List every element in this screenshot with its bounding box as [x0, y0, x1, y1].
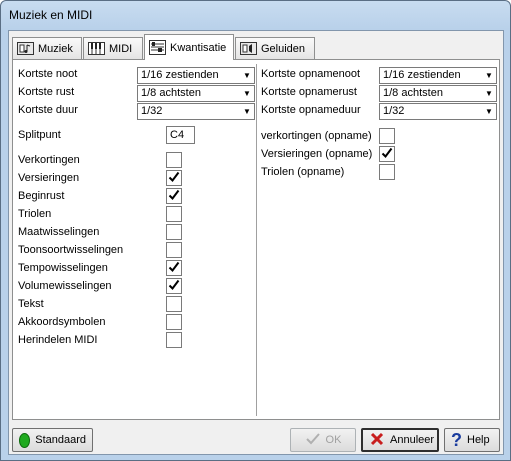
music-note-icon [17, 41, 34, 56]
right-check-label: Versieringen (opname) [261, 148, 373, 160]
left-check-label: Tempowisselingen [18, 262, 108, 274]
tab-midi[interactable]: MIDI [83, 37, 143, 59]
left-check-label: Verkortingen [18, 154, 80, 166]
left-check-label: Volumewisselingen [18, 280, 112, 292]
dialog-window: Muziek en MIDI Muziek MIDI Kwantisatie G… [0, 0, 511, 461]
kortste-opnamerust-label: Kortste opnamerust [261, 86, 357, 98]
standaard-label: Standaard [35, 434, 86, 446]
kortste-duur-select[interactable]: 1/32 ▼ [137, 103, 255, 120]
kortste-duur-value: 1/32 [141, 105, 163, 117]
splitpunt-input[interactable]: C4 [166, 126, 195, 144]
help-question-icon: ? [451, 430, 462, 450]
left-check-label: Toonsoortwisselingen [18, 244, 124, 256]
tab-kwantisatie-label: Kwantisatie [170, 41, 227, 54]
help-label: Help [467, 434, 490, 446]
kortste-opnameduur-select[interactable]: 1/32 ▼ [379, 103, 497, 120]
kortste-opnamerust-value: 1/8 achtsten [383, 87, 443, 99]
chevron-down-icon[interactable]: ▼ [240, 68, 254, 83]
ok-button[interactable]: OK [290, 428, 356, 452]
chevron-down-icon[interactable]: ▼ [482, 104, 496, 119]
kortste-opnamenoot-select[interactable]: 1/16 zestienden ▼ [379, 67, 497, 84]
left-checkbox[interactable] [166, 170, 182, 186]
help-button[interactable]: ? Help [444, 428, 500, 452]
kortste-opnameduur-value: 1/32 [383, 105, 405, 117]
splitpunt-label: Splitpunt [18, 129, 61, 141]
checkmark-icon [305, 432, 321, 449]
kortste-opnamenoot-value: 1/16 zestienden [383, 69, 461, 81]
green-dot-icon [19, 432, 31, 448]
chevron-down-icon[interactable]: ▼ [240, 104, 254, 119]
right-check-label: verkortingen (opname) [261, 130, 372, 142]
left-checkbox[interactable] [166, 152, 182, 168]
left-checkbox[interactable] [166, 206, 182, 222]
piano-keys-icon [88, 41, 105, 56]
left-check-label: Maatwisselingen [18, 226, 100, 238]
tab-kwantisatie[interactable]: Kwantisatie [144, 34, 234, 60]
left-check-label: Beginrust [18, 190, 65, 202]
annuleer-button[interactable]: Annuleer [361, 428, 439, 452]
left-check-label: Versieringen [18, 172, 80, 184]
chevron-down-icon[interactable]: ▼ [482, 86, 496, 101]
window-title: Muziek en MIDI [9, 8, 93, 22]
kortste-noot-select[interactable]: 1/16 zestienden ▼ [137, 67, 255, 84]
tab-midi-label: MIDI [109, 42, 133, 55]
ok-label: OK [325, 434, 342, 446]
annuleer-label: Annuleer [390, 434, 435, 446]
kortste-rust-label: Kortste rust [18, 86, 75, 98]
dialog-body: Muziek MIDI Kwantisatie Geluiden Kortste… [8, 30, 504, 455]
left-check-label: Herindelen MIDI [18, 334, 98, 346]
chevron-down-icon[interactable]: ▼ [482, 68, 496, 83]
kortste-opnamerust-select[interactable]: 1/8 achtsten ▼ [379, 85, 497, 102]
checkmark-icon [168, 279, 180, 291]
checkmark-icon [381, 147, 393, 159]
left-check-label: Triolen [18, 208, 52, 220]
quantize-grid-icon [149, 40, 166, 55]
column-divider [256, 64, 257, 416]
tab-muziek[interactable]: Muziek [12, 37, 82, 59]
left-checkbox[interactable] [166, 332, 182, 348]
kortste-rust-value: 1/8 achtsten [141, 87, 201, 99]
kortste-opnameduur-label: Kortste opnameduur [261, 104, 361, 116]
left-checkbox[interactable] [166, 278, 182, 294]
checkmark-icon [168, 261, 180, 273]
left-checkbox[interactable] [166, 260, 182, 276]
standaard-button[interactable]: Standaard [12, 428, 93, 452]
kortste-noot-value: 1/16 zestienden [141, 69, 219, 81]
left-checkbox[interactable] [166, 314, 182, 330]
right-check-label: Triolen (opname) [261, 166, 345, 178]
left-check-label: Akkoordsymbolen [18, 316, 106, 328]
kortste-opnamenoot-label: Kortste opnamenoot [261, 68, 361, 80]
left-checkbox[interactable] [166, 296, 182, 312]
right-checkbox[interactable] [379, 164, 395, 180]
tab-geluiden-label: Geluiden [261, 42, 306, 55]
cancel-x-icon [369, 432, 385, 449]
right-checkbox[interactable] [379, 146, 395, 162]
kortste-rust-select[interactable]: 1/8 achtsten ▼ [137, 85, 255, 102]
left-check-label: Tekst [18, 298, 44, 310]
kortste-duur-label: Kortste duur [18, 104, 78, 116]
left-checkbox[interactable] [166, 188, 182, 204]
kwantisatie-panel: Kortste noot 1/16 zestienden ▼ Kortste r… [12, 59, 500, 420]
tab-muziek-label: Muziek [38, 42, 73, 55]
tab-geluiden[interactable]: Geluiden [235, 37, 315, 59]
left-checkbox[interactable] [166, 242, 182, 258]
chevron-down-icon[interactable]: ▼ [240, 86, 254, 101]
kortste-noot-label: Kortste noot [18, 68, 78, 80]
right-checkbox[interactable] [379, 128, 395, 144]
speaker-icon [240, 41, 257, 56]
checkmark-icon [168, 189, 180, 201]
title-bar[interactable]: Muziek en MIDI [1, 1, 510, 29]
left-checkbox[interactable] [166, 224, 182, 240]
checkmark-icon [168, 171, 180, 183]
